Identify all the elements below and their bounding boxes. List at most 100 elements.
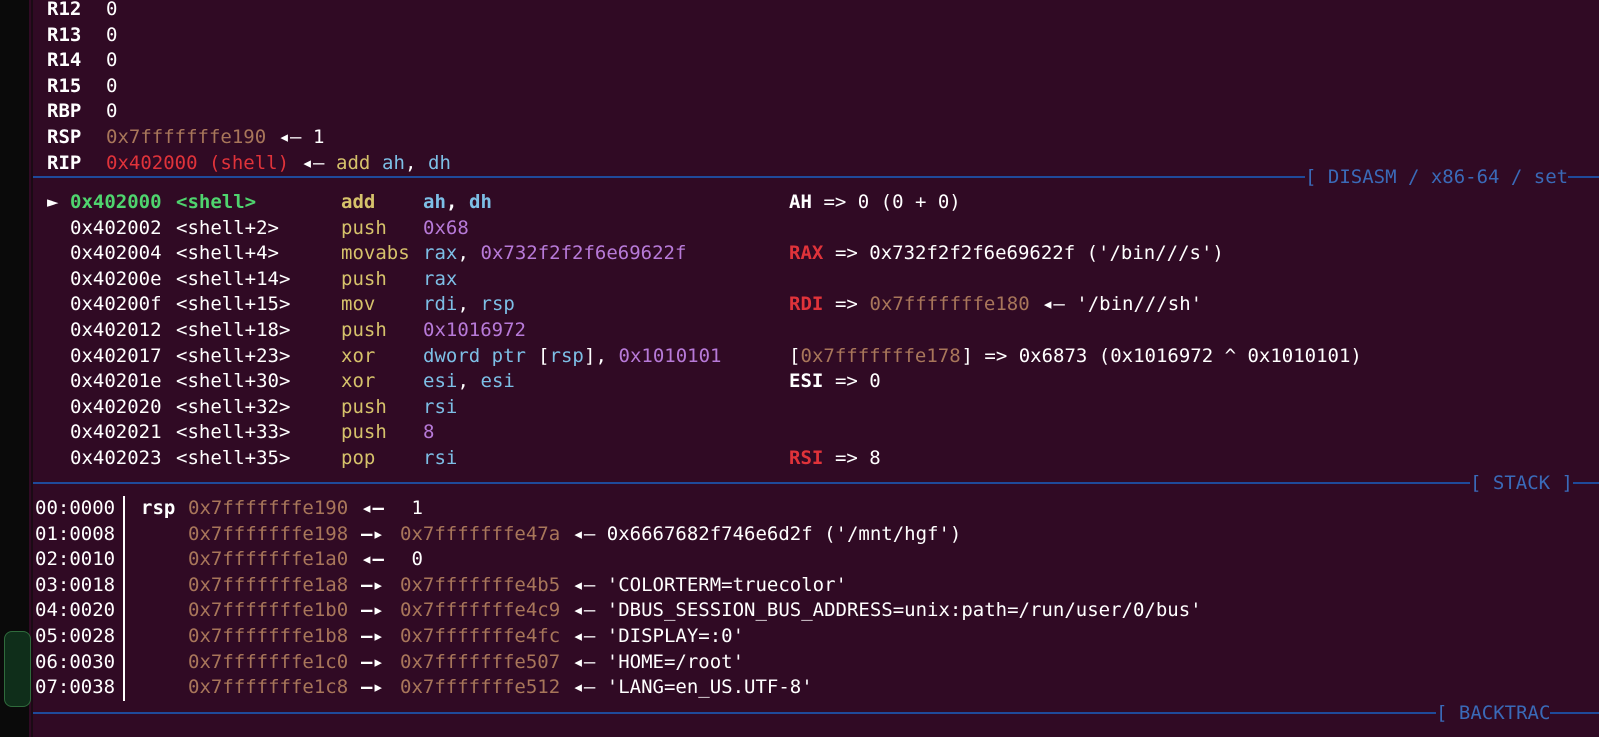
instruction-mnemonic: mov: [341, 293, 376, 316]
stack-index: 05:0028: [35, 625, 116, 647]
instruction-operand: ah: [423, 191, 446, 213]
rip-mnemonic: add: [336, 151, 371, 174]
arrow-left-icon: ◂—: [278, 126, 302, 148]
instruction-symbol: <shell+30>: [176, 370, 291, 393]
instruction-annotation: => 0: [823, 370, 881, 393]
instruction-operand: 0x68: [423, 216, 469, 239]
instruction-operand: 8: [423, 421, 435, 444]
instruction-operand: ,: [457, 370, 481, 393]
stack-value: ◂— 'DISPLAY=:0': [561, 625, 745, 647]
instruction-annotation: [: [789, 344, 801, 367]
stack-value: ◂— 0x6667682f746e6d2f ('/mnt/hgf'): [561, 522, 962, 545]
instruction-mnemonic: push: [341, 395, 387, 418]
instruction-annotation: =>: [823, 293, 870, 316]
instruction-mnemonic: push: [341, 319, 387, 341]
instruction-mnemonic: push: [341, 216, 387, 239]
register-name: R14: [47, 49, 82, 72]
instruction-mnemonic: push: [341, 421, 387, 444]
instruction-operand: 0x1016972: [423, 319, 526, 341]
arrow-right-icon: —▸: [361, 573, 384, 596]
stack-index-divider: [123, 496, 125, 701]
rip-operand: ah: [382, 151, 405, 174]
stack-address: 0x7fffffffe1c0: [188, 650, 349, 673]
instruction-operand: [: [538, 344, 550, 367]
instruction-annotation: RAX: [789, 242, 824, 265]
stack-value: ◂— 'COLORTERM=truecolor': [561, 573, 847, 596]
instruction-annotation: => 0x732f2f2f6e69622f ('/bin///s'): [823, 242, 1224, 265]
instruction-annotation: ◂— '/bin///sh': [1030, 293, 1203, 316]
left-panel-strip: [0, 0, 31, 737]
arrow-right-icon: —▸: [361, 650, 384, 673]
arrow-right-icon: —▸: [361, 522, 384, 545]
instruction-annotation: => 0 (0 + 0): [812, 191, 961, 213]
stack-index: 03:0018: [35, 573, 116, 596]
instruction-annotation: ] => 0x6873 (0x1016972 ^ 0x1010101): [961, 344, 1362, 367]
instruction-mnemonic: push: [341, 267, 387, 290]
stack-index: 02:0010: [35, 548, 116, 571]
current-instruction-arrow-icon: ►: [47, 191, 59, 213]
register-deref: 1: [313, 126, 325, 148]
backtrace-header: [ BACKTRAC: [1436, 700, 1551, 726]
instruction-mnemonic: pop: [341, 447, 376, 469]
instruction-symbol: <shell+14>: [176, 267, 291, 290]
instruction-annotation: => 8: [823, 447, 881, 469]
stack-value: ◂— 'LANG=en_US.UTF-8': [561, 676, 813, 699]
instruction-operand: esi: [423, 370, 458, 393]
stack-header: [ STACK ]: [1470, 470, 1573, 496]
stack-address: 0x7fffffffe1b0: [188, 599, 349, 622]
instruction-address: 0x402017: [70, 344, 162, 367]
instruction-symbol: <shell+33>: [176, 421, 291, 444]
instruction-mnemonic: movabs: [341, 242, 410, 265]
instruction-operand: ,: [457, 293, 481, 316]
instruction-address: 0x40200e: [70, 267, 162, 290]
instruction-operand: 0x732f2f2f6e69622f: [480, 242, 687, 265]
stack-value: ◂— 'HOME=/root': [561, 650, 745, 673]
backtrace-separator: [33, 712, 1599, 714]
rip-comma: ,: [405, 151, 417, 174]
arrow-left-icon: ◂—: [361, 548, 384, 571]
instruction-operand: ,: [446, 191, 469, 213]
instruction-symbol: <shell+4>: [176, 242, 279, 265]
register-name: RBP: [47, 100, 82, 123]
register-name: R13: [47, 23, 82, 46]
instruction-operand: rdi: [423, 293, 458, 316]
register-value: 0: [106, 74, 118, 97]
register-name: RIP: [47, 151, 82, 174]
stack-value: 1: [400, 497, 423, 519]
instruction-address: 0x402021: [70, 421, 162, 444]
instruction-operand: rax: [423, 242, 458, 265]
instruction-operand: rsi: [423, 395, 458, 418]
instruction-annotation: RDI: [789, 293, 824, 316]
stack-value: ◂— 'DBUS_SESSION_BUS_ADDRESS=unix:path=/…: [561, 599, 1202, 622]
side-scroll-handle[interactable]: [4, 631, 31, 707]
instruction-operand: rsi: [423, 447, 458, 469]
arrow-right-icon: —▸: [361, 625, 384, 647]
stack-pointer-target: 0x7fffffffe47a: [400, 522, 561, 545]
stack-pointer-target: 0x7fffffffe507: [400, 650, 561, 673]
stack-pointer-target: 0x7fffffffe4fc: [400, 625, 561, 647]
stack-address: 0x7fffffffe1a0: [188, 548, 349, 571]
stack-address: 0x7fffffffe1a8: [188, 573, 349, 596]
instruction-operand: ,: [457, 242, 481, 265]
instruction-address: 0x40201e: [70, 370, 162, 393]
instruction-operand: rsp: [549, 344, 584, 367]
arrow-left-icon: ◂—: [301, 151, 325, 174]
disasm-header: [ DISASM / x86-64 / set: [1305, 164, 1569, 190]
stack-value: 0: [400, 548, 423, 571]
register-value: 0: [106, 100, 118, 123]
instruction-address: 0x40200f: [70, 293, 162, 316]
instruction-operand: ],: [584, 344, 619, 367]
instruction-symbol: <shell+15>: [176, 293, 291, 316]
stack-index: 06:0030: [35, 650, 116, 673]
terminal-window[interactable]: R12 0 R13 0 R14 0 R15 0 RBP 0 RSP 0x7fffffffe190 ◂— 1…: [31, 0, 1599, 737]
stack-address: 0x7fffffffe1c8: [188, 676, 349, 699]
instruction-address: 0x402004: [70, 242, 162, 265]
instruction-symbol: <shell+23>: [176, 344, 291, 367]
instruction-operand: 0x1010101: [618, 344, 722, 367]
instruction-operand: dword ptr: [423, 344, 538, 367]
stack-pointer-target: 0x7fffffffe4c9: [400, 599, 561, 622]
register-value: 0: [106, 23, 118, 46]
instruction-mnemonic: add: [341, 191, 376, 213]
stack-index: 04:0020: [35, 599, 116, 622]
stack-register: rsp: [141, 497, 176, 519]
